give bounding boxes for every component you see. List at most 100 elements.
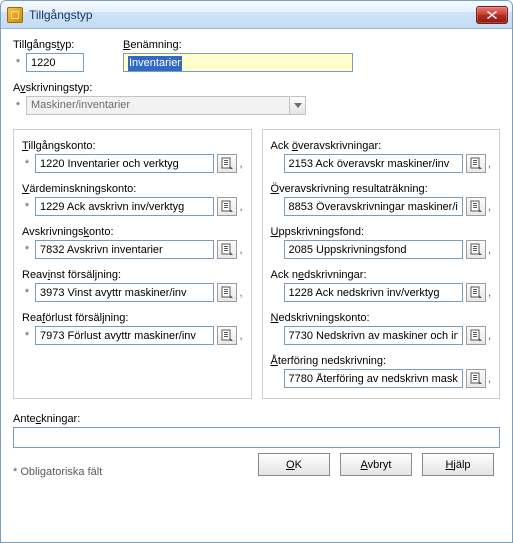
account-input[interactable] [284, 283, 463, 302]
trailing-comma: , [488, 330, 491, 342]
account-input[interactable] [284, 154, 463, 173]
asset-type-label: Tillgångstyp: [13, 39, 105, 51]
lookup-button[interactable] [466, 240, 486, 259]
notes-group: Anteckningar: [13, 413, 500, 448]
window-title: Tillgångstyp [29, 8, 476, 22]
trailing-comma: , [239, 201, 242, 213]
account-input[interactable] [35, 326, 214, 345]
close-button[interactable] [476, 6, 508, 24]
field-row: *, [22, 326, 243, 345]
field-label: Värdeminskningskonto: [22, 183, 243, 195]
field-label: Återföring nedskrivning: [271, 355, 492, 367]
top-row: Tillgångstyp: * Benämning: Inventarier [13, 39, 500, 72]
account-field: Värdeminskningskonto: *, [22, 183, 243, 216]
account-input[interactable] [35, 240, 214, 259]
lookup-button[interactable] [466, 326, 486, 345]
trailing-comma: , [239, 287, 242, 299]
lookup-button[interactable] [466, 283, 486, 302]
trailing-comma: , [239, 244, 242, 256]
depreciation-type-combo[interactable]: Maskiner/inventarier [26, 96, 306, 115]
trailing-comma: , [488, 158, 491, 170]
account-input[interactable] [35, 154, 214, 173]
field-label: Reavinst försäljning: [22, 269, 243, 281]
field-row: , [271, 240, 492, 259]
lookup-button[interactable] [217, 326, 237, 345]
account-field: Tillgångskonto: *, [22, 140, 243, 173]
name-group: Benämning: Inventarier [123, 39, 373, 72]
left-pane: Tillgångskonto: *, Värdeminskningskonto: *,… [13, 129, 252, 399]
field-label: Uppskrivningsfond: [271, 226, 492, 238]
field-row: , [271, 283, 492, 302]
trailing-comma: , [239, 158, 242, 170]
asset-type-input[interactable] [26, 53, 84, 72]
account-field: Återföring nedskrivning:, [271, 355, 492, 388]
lookup-button[interactable] [217, 154, 237, 173]
lookup-button[interactable] [466, 154, 486, 173]
required-marker: * [22, 287, 32, 299]
account-field: Överavskrivning resultaträkning:, [271, 183, 492, 216]
required-marker: * [22, 158, 32, 170]
account-field: Reaförlust försäljning: *, [22, 312, 243, 345]
field-row: , [271, 369, 492, 388]
field-label: Tillgångskonto: [22, 140, 243, 152]
account-field: Ack nedskrivningar:, [271, 269, 492, 302]
combo-value: Maskiner/inventarier [26, 96, 289, 115]
required-marker: * [22, 201, 32, 213]
trailing-comma: , [488, 244, 491, 256]
trailing-comma: , [488, 373, 491, 385]
account-field: Avskrivningskonto: *, [22, 226, 243, 259]
required-marker: * [22, 244, 32, 256]
notes-label: Anteckningar: [13, 413, 500, 425]
notes-input[interactable] [13, 427, 500, 448]
field-row: *, [22, 240, 243, 259]
field-label: Reaförlust försäljning: [22, 312, 243, 324]
trailing-comma: , [488, 201, 491, 213]
name-label: Benämning: [123, 39, 373, 51]
field-label: Ack nedskrivningar: [271, 269, 492, 281]
asset-type-group: Tillgångstyp: * [13, 39, 105, 72]
account-field: Ack överavskrivningar:, [271, 140, 492, 173]
field-row: , [271, 154, 492, 173]
title-bar: Tillgångstyp [1, 1, 512, 29]
field-row: *, [22, 283, 243, 302]
lookup-button[interactable] [466, 369, 486, 388]
right-pane: Ack överavskrivningar:,Överavskrivning r… [262, 129, 501, 399]
lookup-button[interactable] [466, 197, 486, 216]
app-icon [7, 7, 23, 23]
client-area: Tillgångstyp: * Benämning: Inventarier A… [1, 29, 512, 488]
account-field: Uppskrivningsfond:, [271, 226, 492, 259]
name-input[interactable]: Inventarier [123, 53, 353, 72]
lookup-button[interactable] [217, 197, 237, 216]
account-field: Nedskrivningskonto:, [271, 312, 492, 345]
lookup-button[interactable] [217, 240, 237, 259]
lookup-button[interactable] [217, 283, 237, 302]
required-marker: * [22, 330, 32, 342]
chevron-down-icon[interactable] [289, 96, 306, 115]
required-marker: * [13, 100, 23, 112]
trailing-comma: , [239, 330, 242, 342]
account-input[interactable] [35, 197, 214, 216]
account-input[interactable] [284, 326, 463, 345]
trailing-comma: , [488, 287, 491, 299]
field-label: Överavskrivning resultaträkning: [271, 183, 492, 195]
field-row: , [271, 197, 492, 216]
field-label: Ack överavskrivningar: [271, 140, 492, 152]
account-input[interactable] [35, 283, 214, 302]
dialog-buttons: OK Avbryt Hjälp [258, 453, 494, 476]
field-label: Avskrivningskonto: [22, 226, 243, 238]
required-marker: * [13, 57, 23, 69]
field-label: Nedskrivningskonto: [271, 312, 492, 324]
field-row: , [271, 326, 492, 345]
account-input[interactable] [284, 369, 463, 388]
depreciation-type-group: Avskrivningstyp: * Maskiner/inventarier [13, 82, 500, 115]
account-input[interactable] [284, 240, 463, 259]
ok-button[interactable]: OK [258, 453, 330, 476]
account-field: Reavinst försäljning: *, [22, 269, 243, 302]
depreciation-type-label: Avskrivningstyp: [13, 82, 500, 94]
help-button[interactable]: Hjälp [422, 453, 494, 476]
account-input[interactable] [284, 197, 463, 216]
field-row: *, [22, 154, 243, 173]
cancel-button[interactable]: Avbryt [340, 453, 412, 476]
account-columns: Tillgångskonto: *, Värdeminskningskonto: *,… [13, 129, 500, 399]
field-row: *, [22, 197, 243, 216]
